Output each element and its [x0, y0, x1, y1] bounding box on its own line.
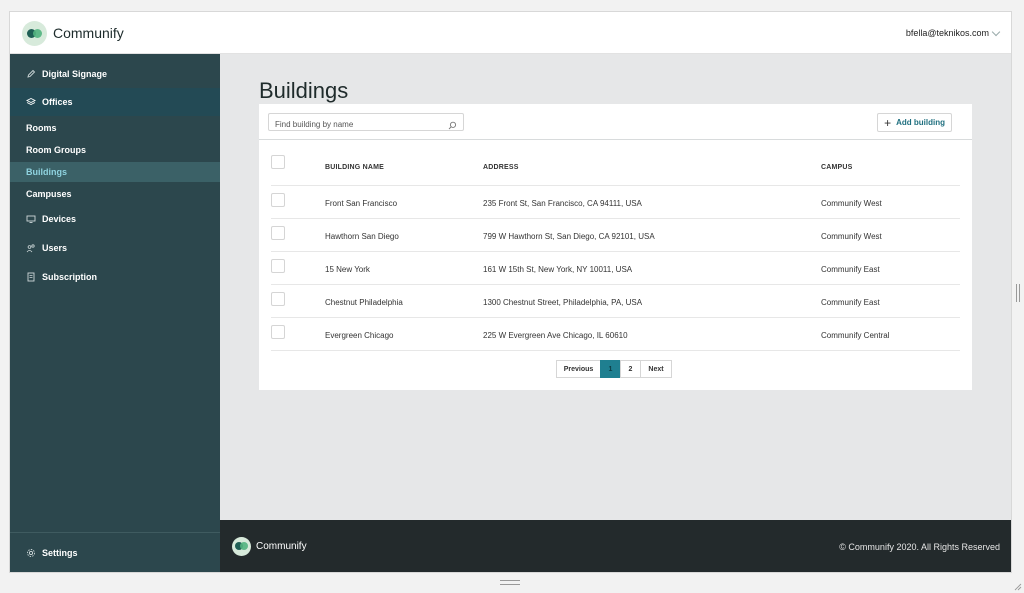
- campus-cell: Communify West: [821, 199, 882, 208]
- building-name-cell: 15 New York: [325, 265, 370, 274]
- building-name-cell: Evergreen Chicago: [325, 331, 394, 340]
- table-row[interactable]: 15 New York 161 W 15th St, New York, NY …: [271, 252, 960, 285]
- table-row[interactable]: Evergreen Chicago 225 W Evergreen Ave Ch…: [271, 318, 960, 351]
- page-title: Buildings: [259, 78, 349, 103]
- footer: Communify © Communify 2020. All Rights R…: [220, 520, 1011, 572]
- sidebar-item-label: Devices: [42, 214, 77, 224]
- pagination: Previous 1 2 Next: [556, 360, 672, 378]
- sidebar-item-settings[interactable]: Settings: [10, 539, 220, 567]
- communify-logo-icon: [22, 20, 47, 46]
- sidebar-item-digital-signage[interactable]: Digital Signage: [10, 60, 220, 88]
- sidebar-subitem-buildings[interactable]: Buildings: [10, 162, 220, 182]
- page-2-button[interactable]: 2: [620, 360, 641, 378]
- sidebar-item-label: Users: [42, 243, 68, 253]
- table-header: BUILDING NAME ADDRESS CAMPUS: [271, 153, 960, 186]
- users-icon: [26, 243, 36, 253]
- receipt-icon: [26, 272, 36, 282]
- campus-cell: Communify West: [821, 232, 882, 241]
- table-row[interactable]: Chestnut Philadelphia 1300 Chestnut Stre…: [271, 285, 960, 318]
- main-content: Buildings + Add building BUILDING NAME: [220, 54, 1011, 520]
- search-input[interactable]: [269, 116, 439, 133]
- card-toolbar: + Add building: [259, 104, 972, 140]
- table-row[interactable]: Hawthorn San Diego 799 W Hawthorn St, Sa…: [271, 219, 960, 252]
- table-row[interactable]: Front San Francisco 235 Front St, San Fr…: [271, 186, 960, 219]
- add-building-button[interactable]: + Add building: [877, 113, 952, 132]
- sidebar-item-label: Subscription: [42, 272, 98, 282]
- monitor-icon: [26, 214, 36, 224]
- building-name-cell: Chestnut Philadelphia: [325, 298, 403, 307]
- sidebar-item-devices[interactable]: Devices: [10, 205, 220, 233]
- copyright-text: © Communify 2020. All Rights Reserved: [839, 542, 1000, 552]
- buildings-card: + Add building BUILDING NAME ADDRESS CAM…: [259, 104, 972, 390]
- footer-logo[interactable]: Communify: [232, 537, 307, 556]
- layers-icon: [26, 97, 36, 107]
- sidebar-item-subscription[interactable]: Subscription: [10, 263, 220, 291]
- user-email: bfella@teknikos.com: [905, 28, 989, 38]
- sidebar-item-offices[interactable]: Offices: [10, 88, 220, 116]
- resize-handle-bottom[interactable]: [500, 580, 520, 585]
- app-window: Communify bfella@teknikos.com Digital Si…: [9, 11, 1012, 573]
- sidebar-divider: [10, 532, 220, 533]
- gear-icon: [26, 548, 36, 558]
- app-name: Communify: [53, 25, 124, 41]
- app-logo[interactable]: Communify: [22, 20, 124, 46]
- search-box: [268, 113, 464, 133]
- row-checkbox[interactable]: [271, 325, 285, 339]
- campus-cell: Communify East: [821, 265, 880, 274]
- sidebar-subitem-rooms[interactable]: Rooms: [10, 118, 220, 138]
- campus-cell: Communify East: [821, 298, 880, 307]
- sidebar-item-label: Digital Signage: [42, 69, 108, 79]
- sidebar-item-label: Offices: [42, 97, 73, 107]
- resize-handle-right[interactable]: [1016, 284, 1020, 302]
- column-header-address[interactable]: ADDRESS: [483, 164, 519, 171]
- row-checkbox[interactable]: [271, 292, 285, 306]
- row-checkbox[interactable]: [271, 259, 285, 273]
- sidebar-subitem-room-groups[interactable]: Room Groups: [10, 140, 220, 160]
- sidebar-item-label: Settings: [42, 548, 78, 558]
- address-cell: 161 W 15th St, New York, NY 10011, USA: [483, 265, 633, 274]
- address-cell: 799 W Hawthorn St, San Diego, CA 92101, …: [483, 232, 655, 241]
- chevron-down-icon: [991, 27, 1001, 36]
- communify-logo-icon: [232, 537, 251, 556]
- resize-corner-icon[interactable]: [1012, 578, 1022, 591]
- column-header-building-name[interactable]: BUILDING NAME: [325, 164, 384, 171]
- search-icon[interactable]: [448, 117, 457, 130]
- plus-icon: +: [884, 115, 892, 130]
- address-cell: 1300 Chestnut Street, Philadelphia, PA, …: [483, 298, 643, 307]
- sidebar-subitem-campuses[interactable]: Campuses: [10, 184, 220, 204]
- previous-page-button[interactable]: Previous: [556, 360, 601, 378]
- select-all-checkbox[interactable]: [271, 155, 285, 169]
- row-checkbox[interactable]: [271, 193, 285, 207]
- user-menu[interactable]: bfella@teknikos.com: [905, 27, 1001, 38]
- column-header-campus[interactable]: CAMPUS: [821, 164, 853, 171]
- building-name-cell: Front San Francisco: [325, 199, 398, 208]
- page-1-button[interactable]: 1: [600, 360, 621, 378]
- building-name-cell: Hawthorn San Diego: [325, 232, 399, 241]
- address-cell: 225 W Evergreen Ave Chicago, IL 60610: [483, 331, 628, 340]
- sidebar-item-users[interactable]: Users: [10, 234, 220, 262]
- next-page-button[interactable]: Next: [640, 360, 672, 378]
- footer-brand: Communify: [256, 541, 307, 552]
- top-bar: Communify bfella@teknikos.com: [10, 12, 1011, 54]
- sidebar: Digital Signage Offices Rooms Room Group…: [10, 54, 220, 572]
- address-cell: 235 Front St, San Francisco, CA 94111, U…: [483, 199, 642, 208]
- campus-cell: Communify Central: [821, 331, 890, 340]
- pencil-icon: [26, 69, 36, 79]
- add-building-label: Add building: [896, 118, 945, 127]
- row-checkbox[interactable]: [271, 226, 285, 240]
